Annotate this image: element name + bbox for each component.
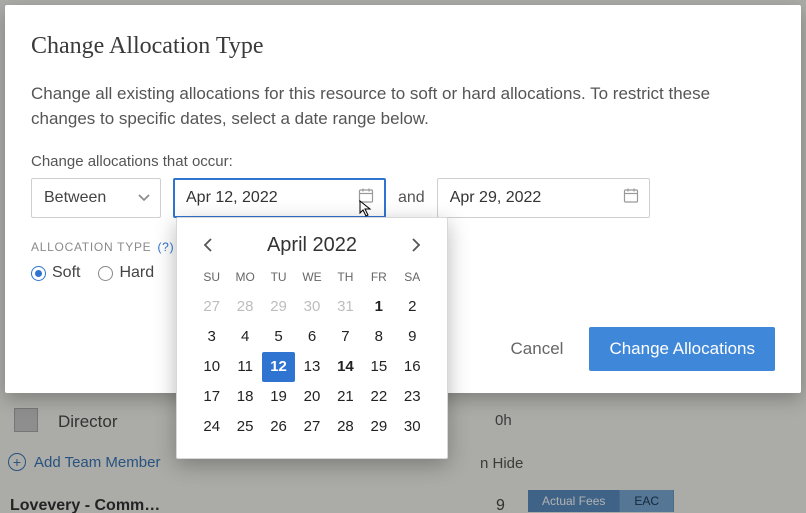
help-icon[interactable]: (?) xyxy=(157,240,174,254)
date-picker-popover: April 2022 SUMOTUWETHFRSA 27282930311234… xyxy=(176,217,448,459)
change-allocations-button[interactable]: Change Allocations xyxy=(589,327,775,371)
radio-hard-label: Hard xyxy=(119,264,154,282)
range-mode-value: Between xyxy=(44,189,106,207)
calendar-day[interactable]: 22 xyxy=(362,382,395,412)
weekday-header: SUMOTUWETHFRSA xyxy=(195,270,429,284)
calendar-week-row: 17181920212223 xyxy=(195,382,429,412)
weekday-cell: TH xyxy=(329,270,362,284)
calendar-day: 29 xyxy=(262,292,295,322)
modal-footer: Cancel Change Allocations xyxy=(511,327,775,371)
calendar-week-row: 24252627282930 xyxy=(195,412,429,442)
weekday-cell: TU xyxy=(262,270,295,284)
calendar-day[interactable]: 9 xyxy=(396,322,429,352)
calendar-day[interactable]: 12 xyxy=(262,352,295,382)
radio-dot-icon xyxy=(31,266,46,281)
end-date-value: Apr 29, 2022 xyxy=(450,189,542,207)
calendar-day[interactable]: 20 xyxy=(295,382,328,412)
calendar-day[interactable]: 6 xyxy=(295,322,328,352)
calendar-day[interactable]: 2 xyxy=(396,292,429,322)
radio-soft[interactable]: Soft xyxy=(31,264,80,282)
start-date-value: Apr 12, 2022 xyxy=(186,189,278,207)
date-range-row: Between Apr 12, 2022 and Apr 29, 2022 xyxy=(31,178,775,218)
prev-month-button[interactable] xyxy=(195,232,221,258)
calendar-day[interactable]: 25 xyxy=(228,412,261,442)
calendar-day[interactable]: 28 xyxy=(329,412,362,442)
calendar-week-row: 3456789 xyxy=(195,322,429,352)
next-month-button[interactable] xyxy=(403,232,429,258)
range-mode-select[interactable]: Between xyxy=(31,178,161,218)
calendar-day: 31 xyxy=(329,292,362,322)
calendar-icon[interactable] xyxy=(623,188,639,209)
calendar-day: 30 xyxy=(295,292,328,322)
calendar-week-row: 10111213141516 xyxy=(195,352,429,382)
calendar-day[interactable]: 11 xyxy=(228,352,261,382)
calendar-day[interactable]: 5 xyxy=(262,322,295,352)
calendar-day[interactable]: 8 xyxy=(362,322,395,352)
calendar-day[interactable]: 18 xyxy=(228,382,261,412)
calendar-day[interactable]: 29 xyxy=(362,412,395,442)
calendar-day[interactable]: 15 xyxy=(362,352,395,382)
weekday-cell: SU xyxy=(195,270,228,284)
calendar-week-row: 272829303112 xyxy=(195,292,429,322)
radio-dot-icon xyxy=(98,266,113,281)
weekday-cell: FR xyxy=(362,270,395,284)
calendar-day[interactable]: 3 xyxy=(195,322,228,352)
calendar-day[interactable]: 7 xyxy=(329,322,362,352)
cancel-button[interactable]: Cancel xyxy=(511,339,564,359)
weekday-cell: WE xyxy=(295,270,328,284)
calendar-day[interactable]: 19 xyxy=(262,382,295,412)
calendar-day[interactable]: 4 xyxy=(228,322,261,352)
days-grid: 2728293031123456789101112131415161718192… xyxy=(195,292,429,442)
calendar-day[interactable]: 30 xyxy=(396,412,429,442)
modal-title: Change Allocation Type xyxy=(31,33,775,60)
end-date-input[interactable]: Apr 29, 2022 xyxy=(437,178,650,218)
calendar-day[interactable]: 27 xyxy=(295,412,328,442)
start-date-input[interactable]: Apr 12, 2022 xyxy=(173,178,386,218)
calendar-day: 27 xyxy=(195,292,228,322)
calendar-month-label: April 2022 xyxy=(267,234,357,257)
calendar-day[interactable]: 23 xyxy=(396,382,429,412)
chevron-down-icon xyxy=(138,192,150,204)
calendar-day[interactable]: 21 xyxy=(329,382,362,412)
and-label: and xyxy=(398,189,425,207)
calendar-day[interactable]: 14 xyxy=(329,352,362,382)
calendar-day[interactable]: 26 xyxy=(262,412,295,442)
calendar-day[interactable]: 10 xyxy=(195,352,228,382)
calendar-day[interactable]: 24 xyxy=(195,412,228,442)
calendar-day[interactable]: 13 xyxy=(295,352,328,382)
radio-hard[interactable]: Hard xyxy=(98,264,154,282)
radio-soft-label: Soft xyxy=(52,264,80,282)
calendar-day[interactable]: 16 xyxy=(396,352,429,382)
weekday-cell: MO xyxy=(228,270,261,284)
weekday-cell: SA xyxy=(396,270,429,284)
calendar-day: 28 xyxy=(228,292,261,322)
calendar-day[interactable]: 1 xyxy=(362,292,395,322)
calendar-day[interactable]: 17 xyxy=(195,382,228,412)
occur-label: Change allocations that occur: xyxy=(31,153,775,170)
modal-description: Change all existing allocations for this… xyxy=(31,82,751,131)
